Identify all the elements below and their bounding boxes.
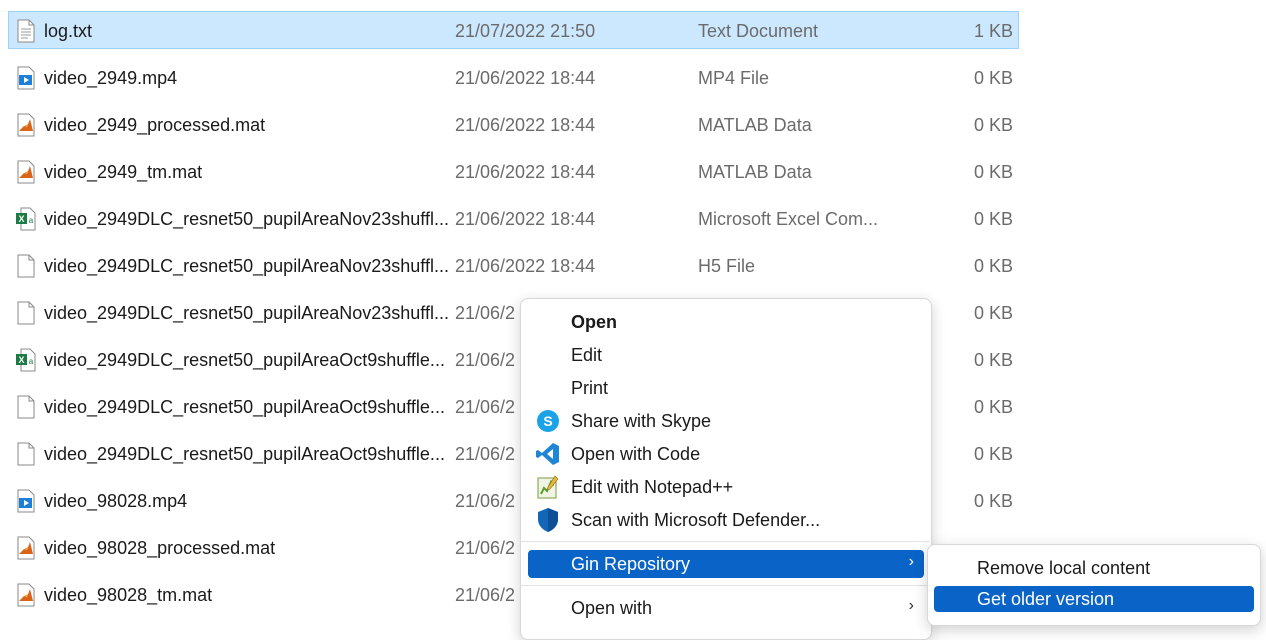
blank-file-icon [15,442,37,466]
matlab-file-icon [15,583,37,607]
excel-file-icon: Xa [15,348,37,372]
file-date-modified: 21/06/2 [455,585,516,605]
file-name: video_2949_processed.mat [44,115,266,135]
file-type: Microsoft Excel Com... [698,209,879,229]
file-date-modified: 21/07/2022 21:50 [455,21,596,41]
matlab-file-icon [15,160,37,184]
file-name: video_98028_tm.mat [44,585,213,605]
video-file-icon [15,66,37,90]
chevron-right-icon: › [908,553,914,570]
menu-item-open-with[interactable]: Open with › [528,594,924,622]
file-date-modified: 21/06/2 [455,491,516,511]
file-name: video_2949.mp4 [44,68,178,88]
svg-text:a: a [29,216,34,225]
svg-text:X: X [18,214,24,224]
file-size: 0 KB [973,303,1013,323]
menu-item-print[interactable]: Print [528,374,924,402]
menu-item-scan-with-microsoft-defender[interactable]: Scan with Microsoft Defender... [528,506,924,534]
file-size: 0 KB [973,491,1013,511]
file-row[interactable]: video_2949_tm.mat 21/06/2022 18:44 MATLAB … [8,152,1019,190]
file-size: 0 KB [973,444,1013,464]
file-row[interactable]: video_2949_processed.mat 21/06/2022 18:44… [8,105,1019,143]
menu-item-open[interactable]: Open [528,308,924,336]
file-name: video_2949DLC_resnet50_pupilAreaNov23shu… [44,303,449,323]
submenu-item-label: Get older version [977,589,1115,609]
menu-item-open-with-code[interactable]: Open with Code [528,440,924,468]
file-name: video_2949DLC_resnet50_pupilAreaOct9shuf… [44,397,445,417]
file-size: 0 KB [973,350,1013,370]
file-size: 0 KB [973,397,1013,417]
file-size: 1 KB [973,21,1013,41]
file-date-modified: 21/06/2 [455,303,516,323]
file-row[interactable]: Xa video_2949DLC_resnet50_pupilAreaNov23s… [8,199,1019,237]
context-menu: Open Edit Print S Share with Skype Open with … [520,298,932,640]
svg-text:X: X [18,355,24,365]
menu-item-label: Open [571,312,618,332]
file-name: video_98028.mp4 [44,491,188,511]
text-file-icon [15,19,37,43]
menu-item-label: Edit with Notepad++ [571,477,734,497]
submenu-item-remove-local-content[interactable]: Remove local content [934,555,1254,581]
defender-shield-icon [535,507,561,533]
vscode-icon [535,441,561,467]
file-name: video_2949DLC_resnet50_pupilAreaOct9shuf… [44,350,445,370]
submenu-item-get-older-version[interactable]: Get older version [934,586,1254,612]
menu-item-label: Open with [571,598,653,618]
blank-file-icon [15,254,37,278]
file-name: video_2949DLC_resnet50_pupilAreaNov23shu… [44,256,449,276]
menu-item-label: Open with Code [571,444,701,464]
matlab-file-icon [15,113,37,137]
gin-repository-submenu: Remove local content Get older version [927,544,1261,626]
file-date-modified: 21/06/2 [455,538,516,558]
excel-file-icon: Xa [15,207,37,231]
file-type: H5 File [698,256,756,276]
file-date-modified: 21/06/2 [455,397,516,417]
submenu-item-label: Remove local content [977,558,1151,578]
file-name: video_2949DLC_resnet50_pupilAreaOct9shuf… [44,444,445,464]
file-date-modified: 21/06/2 [455,350,516,370]
blank-file-icon [15,395,37,419]
menu-item-edit[interactable]: Edit [528,341,924,369]
file-date-modified: 21/06/2 [455,444,516,464]
file-row[interactable]: log.txt 21/07/2022 21:50 Text Document 1 KB [8,11,1019,49]
file-type: Text Document [698,21,819,41]
file-size: 0 KB [973,256,1013,276]
svg-text:a: a [29,357,34,366]
menu-item-share-with-skype[interactable]: S Share with Skype [528,407,924,435]
file-date-modified: 21/06/2022 18:44 [455,162,596,182]
chevron-right-icon: › [908,597,914,614]
file-size: 0 KB [973,162,1013,182]
menu-item-edit-with-notepad[interactable]: Edit with Notepad++ [528,473,924,501]
file-name: video_2949_tm.mat [44,162,203,182]
skype-icon: S [535,408,561,434]
file-type: MP4 File [698,68,770,88]
file-row[interactable]: video_2949.mp4 21/06/2022 18:44 MP4 File 0 … [8,58,1019,96]
video-file-icon [15,489,37,513]
svg-text:S: S [543,413,552,429]
menu-item-label: Gin Repository [571,554,691,574]
file-type: MATLAB Data [698,162,812,182]
menu-separator [521,541,929,542]
file-date-modified: 21/06/2022 18:44 [455,68,596,88]
menu-item-label: Share with Skype [571,411,712,431]
menu-separator [521,585,929,586]
matlab-file-icon [15,536,37,560]
file-type: MATLAB Data [698,115,812,135]
blank-file-icon [15,301,37,325]
file-size: 0 KB [973,209,1013,229]
file-name: video_2949DLC_resnet50_pupilAreaNov23shu… [44,209,449,229]
file-size: 0 KB [973,115,1013,135]
menu-item-label: Print [571,378,609,398]
file-date-modified: 21/06/2022 18:44 [455,209,596,229]
menu-item-label: Scan with Microsoft Defender... [571,510,821,530]
menu-item-gin-repository[interactable]: Gin Repository › [528,550,924,578]
file-name: log.txt [44,21,93,41]
file-size: 0 KB [973,68,1013,88]
file-date-modified: 21/06/2022 18:44 [455,256,596,276]
file-date-modified: 21/06/2022 18:44 [455,115,596,135]
menu-item-label: Edit [571,345,603,365]
file-row[interactable]: video_2949DLC_resnet50_pupilAreaNov23shu… [8,246,1019,284]
file-name: video_98028_processed.mat [44,538,276,558]
notepadpp-icon [535,474,561,500]
